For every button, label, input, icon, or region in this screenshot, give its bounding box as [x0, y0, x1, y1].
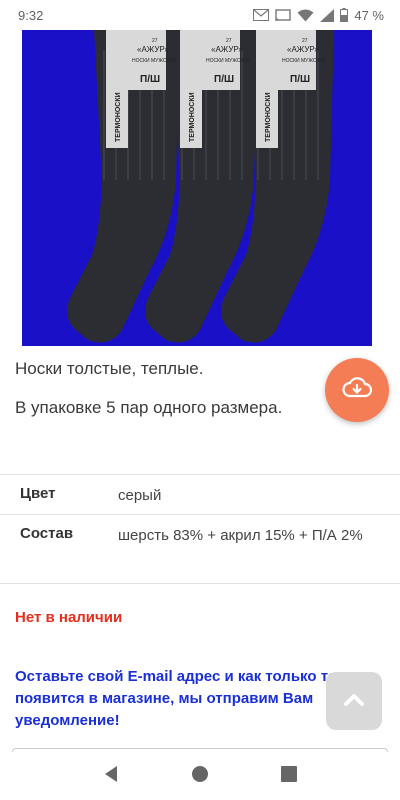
socks-illustration: «АЖУР» НОСКИ МУЖСКИЕ П/Ш 27 «АЖУР» НОСКИ…	[22, 30, 372, 346]
status-bar: 9:32 47 %	[0, 0, 400, 30]
product-photo[interactable]: «АЖУР» НОСКИ МУЖСКИЕ П/Ш 27 «АЖУР» НОСКИ…	[22, 30, 372, 346]
cloud-download-button[interactable]	[325, 358, 389, 422]
table-row: Состав шерсть 83% + акрил 15% + П/А 2%	[0, 514, 400, 584]
photo-label-size-3: 27	[302, 38, 308, 44]
photo-label-material-3: П/Ш	[290, 74, 310, 85]
back-button[interactable]	[91, 756, 131, 796]
gmail-icon	[253, 9, 270, 21]
photo-label-material-1: П/Ш	[140, 74, 160, 85]
photo-label-brand-3: «АЖУР»	[287, 45, 319, 54]
battery-percent: 47 %	[354, 7, 384, 23]
navigation-bar	[0, 752, 400, 800]
scroll-top-button[interactable]	[326, 672, 382, 730]
photo-label-brand-2: «АЖУР»	[211, 45, 243, 54]
description-line-1: Носки толстые, теплые.	[15, 359, 204, 378]
status-time: 9:32	[18, 7, 44, 23]
photo-label-size-1: 27	[152, 38, 158, 44]
photo-label-brand-1: «АЖУР»	[137, 45, 169, 54]
photo-label-sub-2: НОСКИ МУЖСКИЕ	[206, 58, 251, 64]
photo-label-side-1: ТЕРМОНОСКИ	[115, 92, 122, 142]
chevron-up-icon	[344, 692, 364, 711]
photo-label-sub-3: НОСКИ МУЖСКИЕ	[282, 58, 327, 64]
signal-icon	[320, 8, 335, 22]
recents-button[interactable]	[269, 756, 309, 796]
attribute-value-color: серый	[118, 487, 162, 504]
home-button[interactable]	[180, 756, 220, 796]
cast-icon	[275, 8, 292, 22]
photo-label-side-3: ТЕРМОНОСКИ	[265, 92, 272, 142]
stock-status: Нет в наличии	[15, 609, 123, 626]
attribute-key-composition: Состав	[20, 525, 74, 542]
attribute-value-composition: шерсть 83% + акрил 15% + П/А 2%	[118, 527, 363, 544]
photo-label-size-2: 27	[226, 38, 232, 44]
recents-square-icon	[281, 765, 298, 787]
battery-icon	[340, 8, 349, 22]
photo-label-sub-1: НОСКИ МУЖСКИЕ	[132, 58, 177, 64]
photo-label-side-2: ТЕРМОНОСКИ	[189, 92, 196, 142]
table-row: Цвет серый	[0, 474, 400, 514]
cloud-download-icon	[342, 376, 373, 405]
home-circle-icon	[191, 765, 209, 788]
description-line-2: В упаковке 5 пар одного размера.	[15, 398, 283, 417]
attribute-key-color: Цвет	[20, 485, 56, 502]
photo-label-material-2: П/Ш	[214, 74, 234, 85]
attributes-table: Цвет серый Состав шерсть 83% + акрил 15%…	[0, 474, 400, 584]
back-triangle-icon	[103, 765, 119, 788]
wifi-icon	[297, 9, 314, 22]
